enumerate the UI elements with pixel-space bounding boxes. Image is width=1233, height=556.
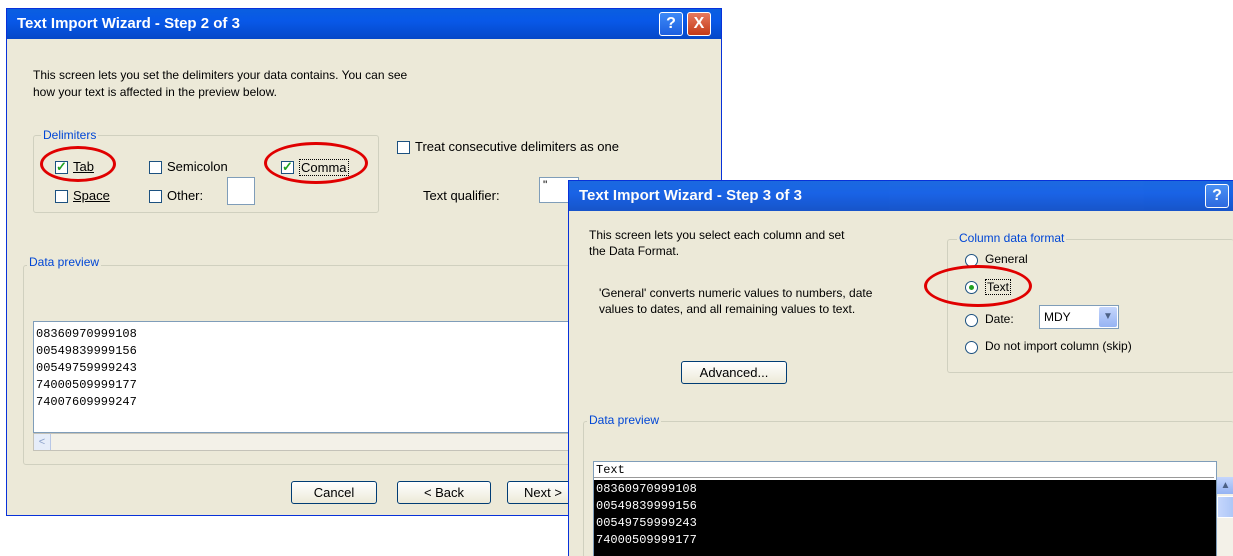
scroll-thumb[interactable] [1217, 496, 1233, 518]
date-label[interactable]: Date: [985, 312, 1014, 326]
general-label[interactable]: General [985, 252, 1028, 266]
close-button[interactable]: X [687, 12, 711, 36]
step3-description: This screen lets you select each column … [589, 228, 845, 258]
chevron-down-icon[interactable]: ▼ [1099, 307, 1117, 327]
step2-preview-legend: Data preview [27, 255, 102, 269]
step3-title: Text Import Wizard - Step 3 of 3 [579, 187, 802, 204]
comma-highlight-circle [264, 142, 368, 184]
date-radio[interactable] [965, 314, 978, 327]
preview-row: 74000509999177 [596, 533, 697, 547]
date-format-select[interactable]: MDY ▼ [1039, 305, 1119, 329]
step3-preview-legend: Data preview [587, 413, 662, 427]
delimiters-legend: Delimiters [41, 128, 99, 142]
cancel-button[interactable]: Cancel [291, 481, 377, 504]
text-highlight-circle [924, 265, 1032, 307]
help-button[interactable]: ? [659, 12, 683, 36]
preview-row: 00549759999243 [596, 516, 697, 530]
other-input[interactable] [227, 177, 255, 205]
semicolon-label[interactable]: Semicolon [167, 159, 228, 174]
scroll-up-button[interactable]: ▲ [1217, 477, 1233, 494]
step2-title: Text Import Wizard - Step 2 of 3 [17, 15, 240, 32]
space-checkbox[interactable] [55, 190, 68, 203]
semicolon-checkbox[interactable] [149, 161, 162, 174]
tab-highlight-circle [40, 146, 116, 182]
other-checkbox[interactable] [149, 190, 162, 203]
preview-column-header[interactable]: Text [594, 462, 1214, 478]
step3-titlebar[interactable]: Text Import Wizard - Step 3 of 3 ? [569, 181, 1233, 211]
other-label[interactable]: Other: [167, 188, 203, 203]
back-button[interactable]: < Back [397, 481, 491, 504]
step3-help-button[interactable]: ? [1205, 184, 1229, 208]
column-format-legend: Column data format [957, 231, 1067, 245]
general-note: 'General' converts numeric values to num… [599, 286, 873, 316]
consecutive-label[interactable]: Treat consecutive delimiters as one [415, 139, 619, 154]
step2-titlebar[interactable]: Text Import Wizard - Step 2 of 3 ? X [7, 9, 721, 39]
step3-dialog: Text Import Wizard - Step 3 of 3 ? This … [568, 180, 1233, 556]
step3-vscrollbar[interactable]: ▲ [1217, 477, 1233, 556]
step2-description: This screen lets you set the delimiters … [33, 68, 408, 99]
step3-preview-box[interactable]: Text 08360970999108 00549839999156 00549… [593, 461, 1217, 556]
scroll-left-button[interactable]: < [34, 434, 51, 450]
preview-row: 08360970999108 [596, 482, 697, 496]
consecutive-checkbox[interactable] [397, 141, 410, 154]
space-label[interactable]: Space [73, 188, 110, 203]
selected-column[interactable]: 08360970999108 00549839999156 0054975999… [594, 480, 1216, 556]
text-qualifier-label: Text qualifier: [423, 188, 500, 203]
skip-label[interactable]: Do not import column (skip) [985, 339, 1132, 353]
advanced-button[interactable]: Advanced... [681, 361, 787, 384]
preview-row: 00549839999156 [596, 499, 697, 513]
skip-radio[interactable] [965, 341, 978, 354]
